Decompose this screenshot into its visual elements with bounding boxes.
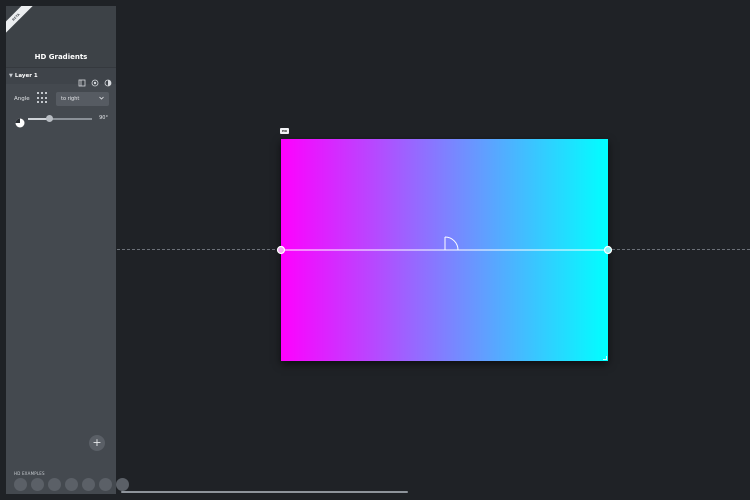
angle-slider-row: 90° [6,111,116,128]
angle-slider-knob[interactable] [45,115,53,122]
example-swatch[interactable] [82,478,95,491]
duplicate-layer-icon[interactable] [78,72,86,87]
angle-row: Angle to right [6,87,116,111]
example-swatch[interactable] [14,478,27,491]
sidebar: BETA HD Gradients ▼ Layer 1 Angle to rig… [6,6,129,494]
beta-ribbon-label: BETA [6,6,36,36]
direction-select-value: to right [61,96,80,102]
example-swatch[interactable] [65,478,78,491]
circle-shape-icon[interactable] [91,72,99,87]
examples-label: HD EXAMPLES [14,471,45,476]
angle-label: Angle [14,96,30,102]
angle-quadrant-icon [15,113,25,128]
direction-select[interactable]: to right [56,92,109,106]
add-layer-button[interactable]: + [89,435,105,451]
sidebar-header: BETA HD Gradients [6,6,116,68]
beta-ribbon: BETA [6,6,36,36]
horizontal-scrollbar[interactable] [121,491,408,493]
example-swatch[interactable] [99,478,112,491]
examples-row [14,478,129,491]
gradient-axis [276,236,613,255]
angle-value: 90° [99,115,108,121]
gradient-end-handle [603,245,613,255]
gradient-start-handle [276,245,286,255]
example-swatch[interactable] [48,478,61,491]
example-swatch[interactable] [31,478,44,491]
size-tag: HD [280,128,289,134]
layer-name[interactable]: Layer 1 [15,73,38,79]
chevron-down-icon [99,96,104,102]
app-title: HD Gradients [34,53,88,61]
direction-grid-icon[interactable] [37,92,49,104]
layer-row[interactable]: ▼ Layer 1 [6,68,116,87]
half-circle-icon[interactable] [104,72,112,87]
resize-handle-icon[interactable] [603,356,607,360]
angle-arc-icon [444,236,459,251]
collapse-caret-icon[interactable]: ▼ [9,73,13,79]
